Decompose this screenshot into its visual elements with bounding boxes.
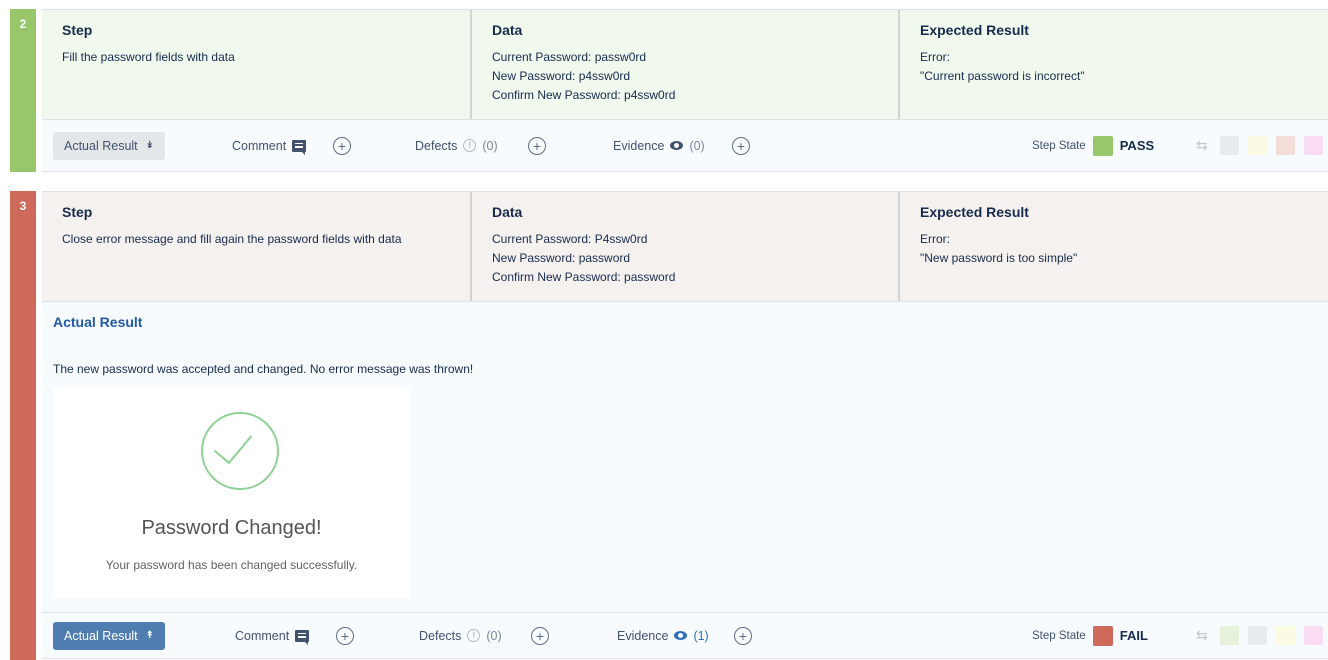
swap-arrows-icon[interactable]: ⇆	[1196, 137, 1208, 154]
step-2-content: Step Fill the password fields with data …	[42, 9, 1328, 172]
data-line: New Password: p4ssw0rd	[492, 69, 631, 83]
step-text: Close error message and fill again the p…	[62, 232, 402, 246]
expected-line: "New password is too simple"	[920, 251, 1078, 265]
step-number: 2	[19, 17, 27, 31]
comment-label: Comment	[235, 628, 290, 643]
state-option-todo[interactable]	[1248, 626, 1267, 645]
chevron-down-icon: ↡	[145, 140, 155, 151]
data-column: Data Current Password: passw0rd New Pass…	[472, 10, 900, 119]
comment-label: Comment	[232, 138, 287, 153]
expected-line: Error:	[920, 50, 950, 64]
actual-result-toggle-button[interactable]: Actual Result ↡	[53, 131, 166, 160]
step-state-value: FAIL	[1119, 628, 1148, 643]
evidence-control: Evidence (1)	[617, 629, 709, 643]
defects-label: Defects	[415, 138, 458, 153]
add-evidence-icon[interactable]: +	[732, 136, 750, 155]
defects-count: (0)	[486, 628, 502, 643]
data-line: Current Password: passw0rd	[492, 50, 647, 64]
data-line: Current Password: P4ssw0rd	[492, 232, 648, 246]
step-column: Step Fill the password fields with data	[42, 10, 472, 119]
evidence-label: Evidence	[613, 138, 665, 153]
step-column: Step Close error message and fill again …	[42, 192, 472, 301]
step-state-value: PASS	[1119, 138, 1155, 153]
state-option-executing[interactable]	[1248, 136, 1267, 155]
swap-arrows-icon[interactable]: ⇆	[1196, 627, 1208, 644]
eye-icon[interactable]	[674, 631, 688, 640]
step-state-label: Step State	[1032, 629, 1086, 642]
success-check-icon	[201, 412, 279, 490]
data-line: Confirm New Password: password	[492, 270, 676, 284]
step-number: 3	[19, 199, 27, 213]
step-state-swatch	[1092, 625, 1113, 646]
data-line: Confirm New Password: p4ssw0rd	[492, 88, 676, 102]
state-option-aborted[interactable]	[1304, 136, 1323, 155]
evidence-label: Evidence	[617, 628, 669, 643]
actual-result-panel: Actual Result The new password was accep…	[42, 302, 1328, 613]
actual-result-button-label: Actual Result	[64, 138, 138, 153]
expected-line: Error:	[920, 232, 950, 246]
evidence-screenshot[interactable]: Password Changed! Your password has been…	[53, 388, 410, 598]
add-defect-icon[interactable]: +	[531, 626, 549, 645]
step-3-details: Step Close error message and fill again …	[42, 192, 1328, 302]
actual-result-button-label: Actual Result	[64, 628, 138, 643]
defects-count: (0)	[482, 138, 498, 153]
data-header: Data	[492, 204, 523, 220]
step-state: Step State PASS	[1032, 135, 1155, 156]
defect-info-icon: !	[467, 629, 481, 642]
expected-result-column: Expected Result Error: "Current password…	[900, 10, 1328, 119]
checkmark-icon	[213, 423, 253, 465]
actual-result-text: The new password was accepted and change…	[53, 362, 474, 376]
actual-result-title: Actual Result	[53, 314, 143, 330]
state-option-todo[interactable]	[1220, 136, 1239, 155]
expected-result-column: Expected Result Error: "New password is …	[900, 192, 1328, 301]
evidence-count: (0)	[689, 138, 705, 153]
card-title: Password Changed!	[141, 517, 322, 539]
step-state-swatch	[1092, 135, 1113, 156]
defects-control: Defects ! (0)	[415, 139, 498, 153]
data-header: Data	[492, 22, 523, 38]
expected-result-header: Expected Result	[920, 204, 1029, 220]
step-header: Step	[62, 22, 93, 38]
state-option-pass[interactable]	[1220, 626, 1239, 645]
step-3-content: Step Close error message and fill again …	[42, 191, 1328, 659]
step-state-label: Step State	[1032, 139, 1086, 152]
step-3-color-bar	[10, 191, 36, 660]
defects-label: Defects	[419, 628, 462, 643]
comment-icon[interactable]	[292, 139, 307, 155]
step-state: Step State FAIL	[1032, 625, 1148, 646]
step-text: Fill the password fields with data	[62, 50, 235, 64]
test-step-2: 2 Step Fill the password fields with dat…	[0, 9, 1328, 172]
comment-control: Comment	[232, 138, 307, 155]
state-option-executing[interactable]	[1276, 626, 1295, 645]
expected-line: "Current password is incorrect"	[920, 69, 1085, 83]
state-option-aborted[interactable]	[1304, 626, 1323, 645]
step-2-details: Step Fill the password fields with data …	[42, 10, 1328, 120]
chevron-up-icon: ↟	[145, 630, 155, 641]
step-2-color-bar	[10, 9, 36, 172]
data-line: New Password: password	[492, 251, 631, 265]
step-3-toolbar: Actual Result ↟ Comment + Defects ! (0) …	[42, 613, 1328, 659]
step-2-toolbar: Actual Result ↡ Comment + Defects ! (0) …	[42, 120, 1328, 172]
add-comment-icon[interactable]: +	[333, 136, 351, 155]
add-defect-icon[interactable]: +	[528, 136, 546, 155]
data-column: Data Current Password: P4ssw0rd New Pass…	[472, 192, 900, 301]
eye-icon[interactable]	[670, 141, 684, 150]
state-option-fail[interactable]	[1276, 136, 1295, 155]
defects-control: Defects ! (0)	[419, 629, 502, 643]
card-subtitle: Your password has been changed successfu…	[105, 558, 358, 572]
add-evidence-icon[interactable]: +	[734, 626, 752, 645]
expected-result-header: Expected Result	[920, 22, 1029, 38]
evidence-control: Evidence (0)	[613, 139, 705, 153]
step-header: Step	[62, 204, 93, 220]
add-comment-icon[interactable]: +	[336, 626, 354, 645]
test-step-3: 3 Step Close error message and fill agai…	[0, 191, 1328, 660]
evidence-count: (1)	[693, 628, 709, 643]
actual-result-toggle-button[interactable]: Actual Result ↟	[53, 621, 166, 650]
comment-icon[interactable]	[295, 629, 310, 645]
defect-info-icon: !	[463, 139, 477, 152]
comment-control: Comment	[235, 628, 310, 645]
